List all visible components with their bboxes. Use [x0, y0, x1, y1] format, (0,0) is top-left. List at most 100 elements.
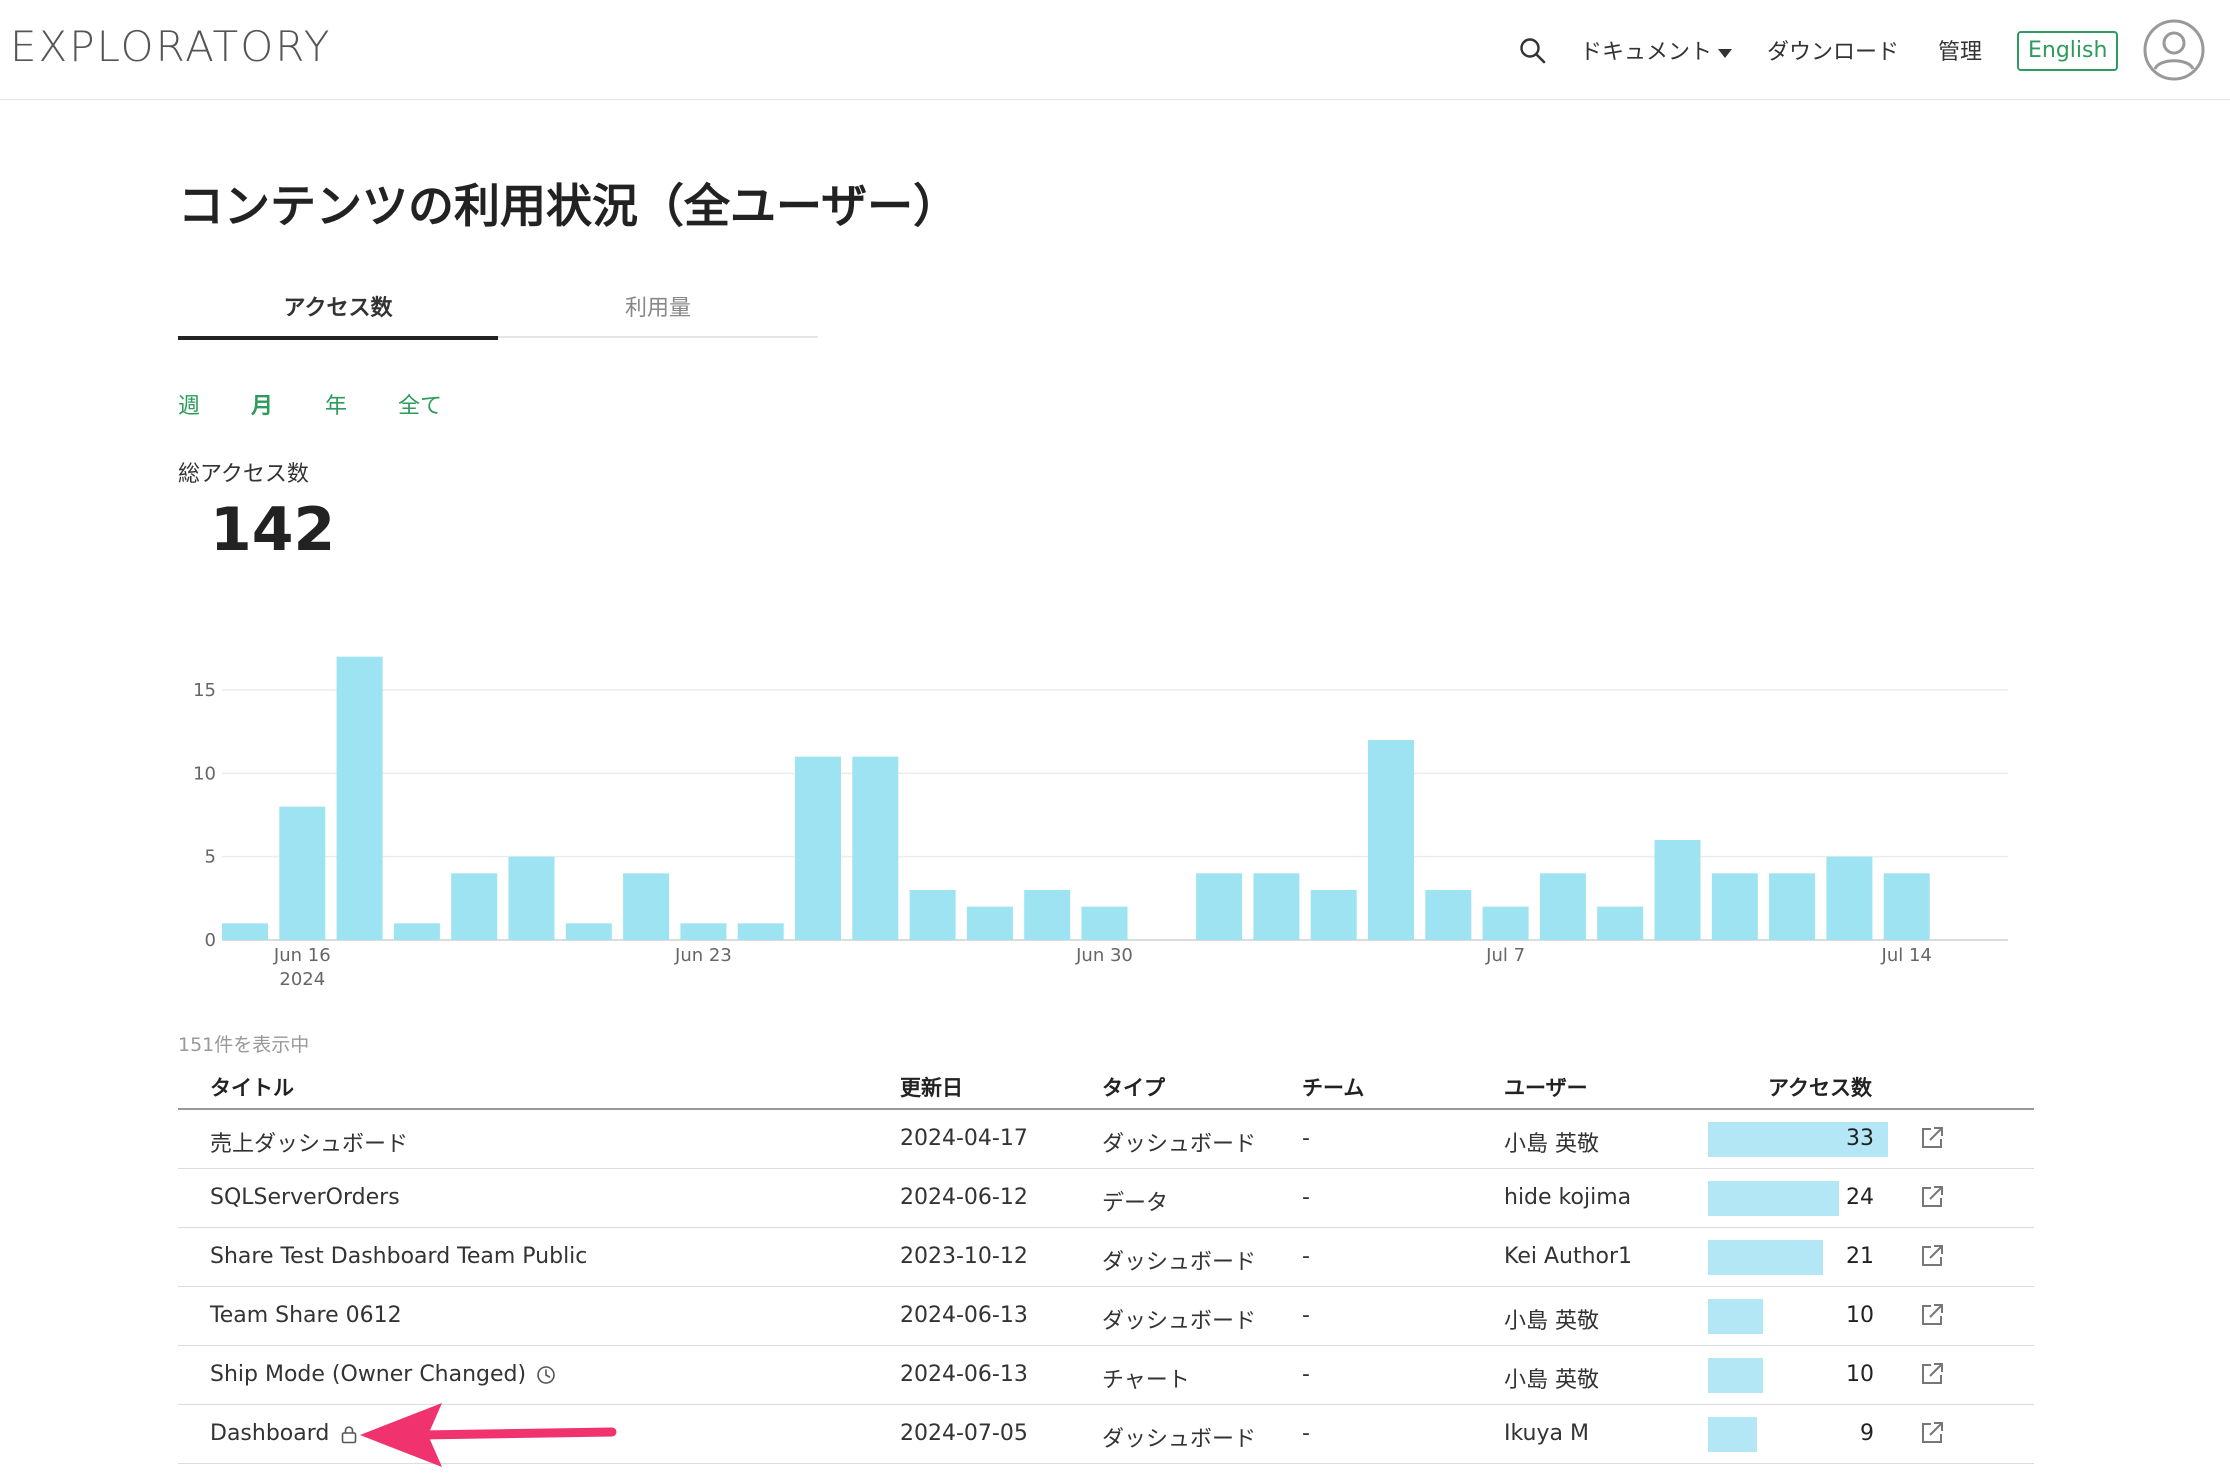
tab-usage[interactable]: 利用量	[498, 290, 818, 322]
external-link-icon[interactable]	[1918, 1419, 1946, 1447]
row-team: -	[1302, 1244, 1310, 1269]
row-title-link[interactable]: Team Share 0612	[210, 1303, 402, 1328]
row-access-count: 21	[1846, 1244, 1874, 1269]
chart-bar[interactable]	[737, 923, 784, 940]
period-year[interactable]: 年	[325, 388, 347, 420]
period-all[interactable]: 全て	[398, 388, 442, 420]
external-link-icon[interactable]	[1918, 1124, 1946, 1152]
chart-x-tick-label: Jun 16	[273, 945, 331, 966]
clock-icon	[537, 1366, 555, 1384]
external-link-icon[interactable]	[1918, 1183, 1946, 1211]
chart-bar[interactable]	[279, 806, 326, 940]
total-access-value: 142	[210, 495, 336, 565]
row-title-link[interactable]: SQLServerOrders	[210, 1185, 400, 1210]
chart-bar[interactable]	[966, 906, 1013, 940]
language-toggle-button[interactable]: English	[2017, 31, 2119, 71]
row-title-link[interactable]: Ship Mode (Owner Changed)	[210, 1362, 556, 1387]
row-title-link[interactable]: Share Test Dashboard Team Public	[210, 1244, 587, 1269]
nav-documents-label: ドキュメント	[1580, 40, 1713, 65]
chart-bar[interactable]	[1368, 740, 1414, 940]
row-access-count: 24	[1846, 1185, 1874, 1210]
chart-x-tick-year-label: 2024	[279, 969, 325, 990]
chart-bar[interactable]	[451, 873, 498, 940]
chart-bar[interactable]	[565, 923, 612, 940]
app-logo[interactable]: EXPLORATORY	[10, 22, 331, 71]
external-link-icon[interactable]	[1918, 1242, 1946, 1270]
row-title-link[interactable]: Dashboard	[210, 1421, 359, 1446]
nav-admin-link[interactable]: 管理	[1938, 34, 1982, 66]
chart-bar[interactable]	[623, 873, 670, 940]
access-bar-chart-svg: 0 5 10 15 Jun 16 2024 Jun 23 Jun 30 Jul 7 Jul 14	[193, 656, 2008, 990]
chart-bar[interactable]	[1482, 906, 1529, 940]
row-type: データ	[1102, 1191, 1169, 1216]
chart-y-tick-label: 0	[205, 930, 216, 951]
row-updated-date: 2023-10-12	[900, 1244, 1028, 1269]
nav-documents-menu[interactable]: ドキュメント	[1580, 34, 1733, 66]
chart-bar[interactable]	[1081, 906, 1128, 940]
row-updated-date: 2024-06-13	[900, 1303, 1028, 1328]
tab-access-count[interactable]: アクセス数	[178, 290, 498, 340]
table-header: タイトル 更新日 タイプ チーム ユーザー アクセス数	[178, 1066, 2034, 1110]
external-link-icon[interactable]	[1918, 1301, 1946, 1329]
chart-x-tick-label: Jun 23	[674, 945, 732, 966]
chart-bar[interactable]	[1826, 856, 1873, 940]
header-type[interactable]: タイプ	[1102, 1072, 1165, 1102]
row-access-count: 10	[1846, 1303, 1874, 1328]
chart-y-tick-label: 10	[193, 763, 216, 784]
table-row[interactable]: Team Share 0612 2024-06-13 ダッシュボード - 小島 英敬 10	[178, 1287, 2034, 1346]
chart-bar[interactable]	[1024, 890, 1071, 940]
row-user: Kei Author1	[1504, 1244, 1633, 1269]
row-type: ダッシュボード	[1102, 1132, 1257, 1157]
row-title-text: 売上ダッシュボード	[210, 1132, 409, 1157]
chart-bar[interactable]	[336, 656, 383, 940]
period-week[interactable]: 週	[178, 388, 200, 420]
chart-bar[interactable]	[393, 923, 440, 940]
chart-x-tick-label: Jun 30	[1075, 945, 1133, 966]
chart-bar[interactable]	[1253, 873, 1300, 940]
result-count-label: 151件を表示中	[178, 1034, 310, 1056]
nav-download-link[interactable]: ダウンロード	[1767, 34, 1899, 66]
chart-bar[interactable]	[1711, 873, 1758, 940]
table-row[interactable]: 売上ダッシュボード 2024-04-17 ダッシュボード - 小島 英敬 33	[178, 1110, 2034, 1169]
chart-bar[interactable]	[1654, 840, 1701, 940]
header-access-count[interactable]: アクセス数	[1768, 1072, 1872, 1102]
external-link-icon[interactable]	[1918, 1360, 1946, 1388]
chart-bar[interactable]	[1883, 873, 1930, 940]
chart-bar[interactable]	[1769, 873, 1816, 940]
row-team: -	[1302, 1185, 1310, 1210]
row-title-text: Team Share 0612	[210, 1303, 402, 1328]
header-updated[interactable]: 更新日	[900, 1072, 963, 1102]
chart-bar[interactable]	[795, 756, 841, 940]
chart-bar[interactable]	[1196, 873, 1243, 940]
chart-bar[interactable]	[222, 923, 268, 940]
row-title-link[interactable]: 売上ダッシュボード	[210, 1126, 408, 1158]
chart-bar[interactable]	[909, 890, 956, 940]
row-team: -	[1302, 1362, 1310, 1387]
row-user: Ikuya M	[1504, 1421, 1589, 1446]
total-access-label: 総アクセス数	[178, 462, 309, 487]
header-team[interactable]: チーム	[1302, 1072, 1364, 1102]
search-icon[interactable]	[1518, 36, 1548, 66]
table-row[interactable]: SQLServerOrders 2024-06-12 データ - hide kojima…	[178, 1169, 2034, 1228]
chart-bar[interactable]	[1597, 906, 1644, 940]
chart-bar[interactable]	[680, 923, 727, 940]
row-updated-date: 2024-06-12	[900, 1185, 1028, 1210]
period-month[interactable]: 月	[251, 388, 273, 420]
row-team: -	[1302, 1421, 1310, 1446]
user-avatar-icon[interactable]	[2142, 18, 2206, 82]
row-type: ダッシュボード	[1102, 1309, 1257, 1334]
row-title-text: Dashboard	[210, 1421, 330, 1446]
header-title[interactable]: タイトル	[210, 1072, 294, 1102]
chart-bar[interactable]	[852, 756, 899, 940]
chart-bar[interactable]	[508, 856, 555, 940]
row-updated-date: 2024-07-05	[900, 1421, 1028, 1446]
top-navigation-bar: EXPLORATORY ドキュメント ダウンロード 管理 English	[0, 0, 2230, 100]
chart-bar[interactable]	[1539, 873, 1586, 940]
row-access-count: 9	[1860, 1421, 1874, 1446]
chart-bar[interactable]	[1425, 890, 1472, 940]
row-user: 小島 英敬	[1504, 1368, 1599, 1393]
table-row[interactable]: Share Test Dashboard Team Public 2023-10-…	[178, 1228, 2034, 1287]
row-team: -	[1302, 1126, 1310, 1151]
header-user[interactable]: ユーザー	[1504, 1072, 1588, 1102]
chart-bar[interactable]	[1310, 890, 1357, 940]
